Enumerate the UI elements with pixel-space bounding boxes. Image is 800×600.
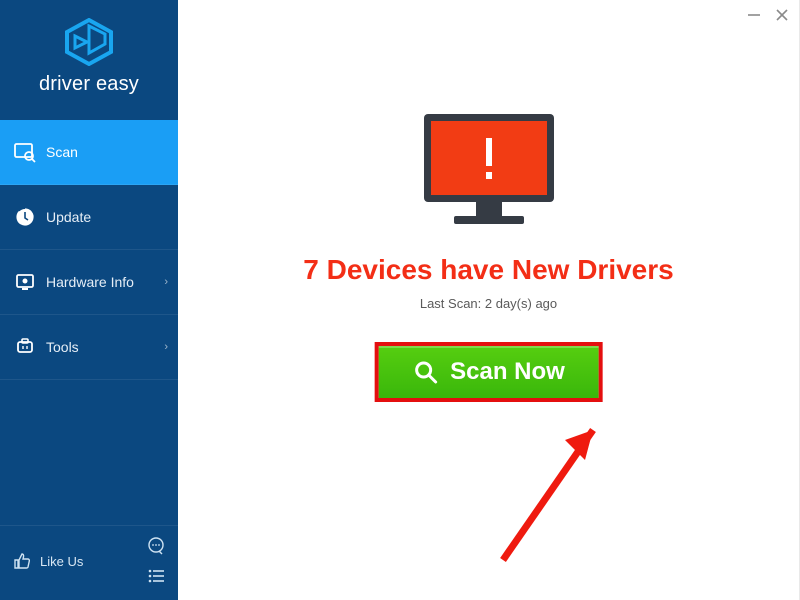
nav: Scan Update Hardware Info › Tools › [0, 120, 178, 525]
nav-label-update: Update [46, 209, 91, 225]
scan-now-label: Scan Now [450, 358, 565, 386]
menu-icon[interactable] [146, 566, 166, 586]
annotation-arrow-icon [493, 410, 623, 570]
scan-button-wrap: Scan Now [374, 342, 603, 402]
tools-icon [14, 336, 36, 358]
thumb-up-icon [12, 551, 32, 571]
nav-label-scan: Scan [46, 144, 78, 160]
nav-item-hardware-info[interactable]: Hardware Info › [0, 250, 178, 315]
hardware-info-icon [14, 271, 36, 293]
nav-label-hardware-info: Hardware Info [46, 274, 134, 290]
nav-label-tools: Tools [46, 339, 79, 355]
scan-icon [14, 141, 36, 163]
scan-now-button[interactable]: Scan Now [374, 342, 603, 402]
minimize-button[interactable] [747, 8, 761, 26]
search-icon [412, 359, 438, 385]
sidebar: driver easy Scan Update Hardware Info › [0, 0, 178, 600]
chevron-right-icon: › [164, 341, 168, 353]
headline: 7 Devices have New Drivers [178, 254, 799, 286]
nav-item-update[interactable]: Update [0, 185, 178, 250]
footer-icons [146, 536, 166, 586]
feedback-icon[interactable] [146, 536, 166, 556]
sidebar-footer: Like Us [0, 525, 178, 600]
like-us-label: Like Us [40, 554, 83, 569]
status-monitor-icon [178, 110, 799, 240]
logo-area: driver easy [0, 0, 178, 112]
nav-item-scan[interactable]: Scan [0, 120, 178, 185]
nav-item-tools[interactable]: Tools › [0, 315, 178, 380]
like-us-button[interactable]: Like Us [12, 551, 146, 571]
brand-name: driver easy [0, 73, 178, 96]
main-panel: 7 Devices have New Drivers Last Scan: 2 … [178, 0, 800, 600]
update-icon [14, 206, 36, 228]
close-button[interactable] [775, 8, 789, 26]
logo-icon [62, 18, 116, 71]
window-controls [747, 8, 789, 26]
chevron-right-icon: › [164, 276, 168, 288]
last-scan-text: Last Scan: 2 day(s) ago [178, 296, 799, 311]
